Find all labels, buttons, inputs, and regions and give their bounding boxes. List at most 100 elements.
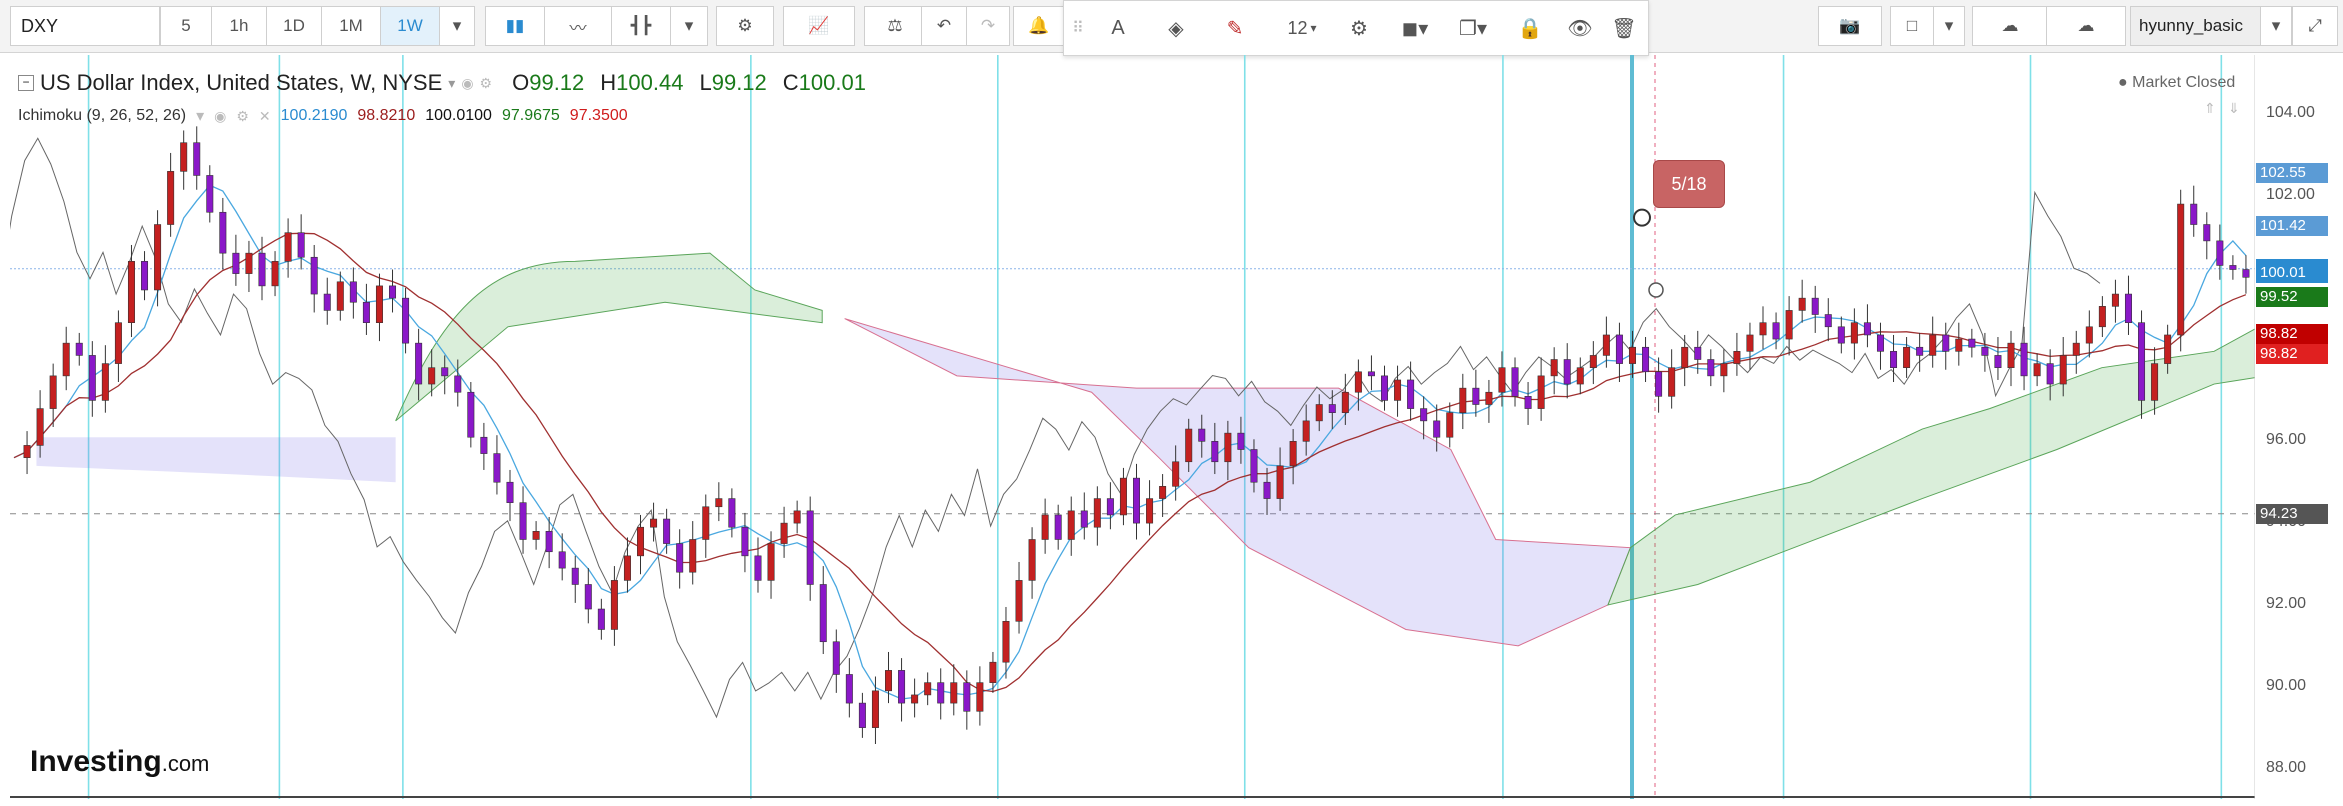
price-tick-label: 92.00 bbox=[2266, 594, 2307, 612]
line-color-button[interactable]: ✎ bbox=[1212, 8, 1258, 48]
font-size-select[interactable]: 12 ▾ bbox=[1274, 8, 1330, 48]
camera-icon: 📷 bbox=[1839, 16, 1861, 35]
scroll-down-icon[interactable]: ⇓ bbox=[2228, 100, 2240, 117]
chevron-down-icon[interactable]: ▾ bbox=[196, 106, 204, 126]
paint-bucket-icon: ◈ bbox=[1168, 17, 1184, 40]
candle-body bbox=[911, 694, 919, 704]
candle-body bbox=[819, 584, 827, 643]
candle-body bbox=[245, 252, 253, 274]
interval-1m[interactable]: 1M bbox=[321, 6, 381, 46]
text-icon: A bbox=[1111, 16, 1125, 39]
price-chart[interactable] bbox=[10, 55, 2255, 799]
candle-body bbox=[1837, 326, 1845, 344]
candle-body bbox=[1916, 346, 1924, 356]
market-status-text: Market Closed bbox=[2132, 74, 2236, 91]
settings-icon[interactable]: ⚙ bbox=[480, 75, 493, 92]
candle-body bbox=[845, 674, 853, 704]
drawing-settings-button[interactable]: ⚙ bbox=[1338, 8, 1380, 48]
candle-body bbox=[2151, 363, 2159, 401]
brand-name: Investing bbox=[30, 745, 162, 778]
candle-body bbox=[154, 224, 162, 291]
candle-body bbox=[793, 510, 801, 524]
snapshot-button[interactable]: 📷 bbox=[1818, 6, 1882, 46]
eye-icon[interactable]: ◉ bbox=[214, 108, 226, 125]
candle-body bbox=[1433, 420, 1441, 438]
layout-dropdown[interactable]: ▾ bbox=[1933, 6, 1965, 46]
candle-body bbox=[1850, 322, 1858, 344]
candles-style-button[interactable]: ▮▮ bbox=[485, 6, 545, 46]
candle-body bbox=[1824, 314, 1832, 328]
price-marker-label: 100.01 bbox=[2256, 263, 2328, 284]
settings-icon[interactable]: ⚙ bbox=[236, 108, 249, 125]
candle-body bbox=[1576, 367, 1584, 385]
visibility-dropdown[interactable]: ◼▾ bbox=[1390, 8, 1440, 48]
text-tool-button[interactable]: A bbox=[1098, 8, 1138, 48]
lock-button[interactable]: 🔒 bbox=[1510, 8, 1550, 48]
drag-handle-icon[interactable]: ⠿ bbox=[1068, 8, 1088, 48]
candle-body bbox=[571, 567, 579, 585]
load-chart-button[interactable]: ☁ bbox=[1972, 6, 2048, 46]
interval-1d[interactable]: 1D bbox=[266, 6, 322, 46]
hide-button[interactable]: 👁 bbox=[1558, 8, 1602, 48]
settings-button[interactable]: ⚙ bbox=[716, 6, 774, 46]
candle-body bbox=[258, 252, 266, 287]
candle-body bbox=[2216, 240, 2224, 266]
candle-body bbox=[271, 261, 279, 287]
candle-body bbox=[1146, 498, 1154, 524]
candle-body bbox=[2190, 203, 2198, 225]
candle-body bbox=[2177, 203, 2185, 336]
candle-body bbox=[937, 682, 945, 704]
chevron-down-icon[interactable]: ▾ bbox=[448, 75, 455, 92]
candle-body bbox=[637, 526, 645, 557]
bar-style-button[interactable]: ┫┣ bbox=[611, 6, 671, 46]
fill-color-button[interactable]: ◈ bbox=[1152, 8, 1200, 48]
user-dropdown[interactable]: ▾ bbox=[2260, 6, 2292, 46]
indicators-button[interactable]: 📈 bbox=[783, 6, 855, 46]
interval-5[interactable]: 5 bbox=[160, 6, 212, 46]
collapse-icon[interactable]: − bbox=[18, 75, 34, 91]
candle-body bbox=[141, 261, 149, 291]
clone-dropdown[interactable]: ❐▾ bbox=[1448, 8, 1498, 48]
candle-body bbox=[2138, 322, 2146, 401]
candle-body bbox=[1563, 359, 1571, 385]
symbol-input[interactable]: DXY bbox=[10, 6, 160, 46]
fullscreen-toggle[interactable]: □ bbox=[1890, 6, 1934, 46]
alert-button[interactable]: 🔔 bbox=[1013, 6, 1065, 46]
candle-body bbox=[1328, 404, 1336, 413]
fullscreen-button[interactable]: ⤢ bbox=[2292, 6, 2338, 46]
candle-body bbox=[1968, 338, 1976, 348]
undo-button[interactable]: ↶ bbox=[921, 6, 967, 46]
candle-body bbox=[1394, 379, 1402, 401]
date-callout[interactable]: 5/18 bbox=[1653, 160, 1725, 208]
interval-1w[interactable]: 1W bbox=[380, 6, 440, 46]
candle-body bbox=[1276, 465, 1284, 499]
save-chart-button[interactable]: ☁ bbox=[2046, 6, 2126, 46]
compare-button[interactable]: ⚖ bbox=[864, 6, 926, 46]
candle-body bbox=[676, 543, 684, 573]
ohlc-bar-icon: ┫┣ bbox=[630, 16, 652, 35]
candle-body bbox=[1367, 371, 1375, 377]
candle-body bbox=[1524, 396, 1532, 409]
candle-body bbox=[415, 342, 423, 385]
close-icon[interactable]: ✕ bbox=[259, 108, 271, 125]
candle-body bbox=[2203, 224, 2211, 242]
candle-body bbox=[167, 171, 175, 225]
candle-body bbox=[1315, 404, 1323, 422]
candle-body bbox=[1237, 432, 1245, 450]
candle-body bbox=[1642, 346, 1650, 373]
scroll-up-icon[interactable]: ⇑ bbox=[2204, 100, 2216, 117]
candle-body bbox=[2164, 334, 2172, 364]
candle-body bbox=[1811, 297, 1819, 315]
lock-icon: 🔒 bbox=[1517, 17, 1543, 40]
candle-body bbox=[454, 375, 462, 393]
eye-icon[interactable]: ◉ bbox=[461, 75, 473, 92]
delete-button[interactable]: 🗑 bbox=[1604, 8, 1644, 48]
redo-button[interactable]: ↷ bbox=[966, 6, 1010, 46]
interval-1h[interactable]: 1h bbox=[211, 6, 267, 46]
line-style-button[interactable]: 〰 bbox=[544, 6, 612, 46]
style-dropdown[interactable]: ▾ bbox=[670, 6, 708, 46]
candle-body bbox=[1106, 498, 1114, 516]
interval-dropdown[interactable]: ▾ bbox=[439, 6, 475, 46]
square-icon: □ bbox=[1906, 16, 1918, 35]
candle-body bbox=[741, 526, 749, 557]
